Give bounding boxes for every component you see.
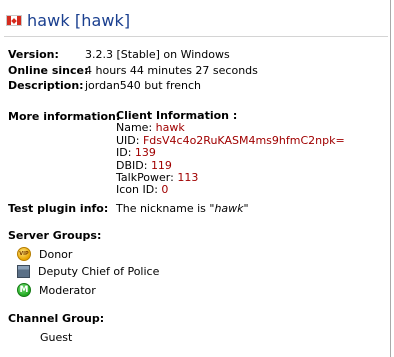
client-information-block: Client Information : Name: hawk UID: Fds… xyxy=(116,109,345,197)
client-header: hawk [hawk] xyxy=(6,11,130,30)
server-group-label: Moderator xyxy=(39,283,96,297)
header-divider xyxy=(4,36,388,37)
version-value: 3.2.3 [Stable] on Windows xyxy=(85,48,230,61)
server-group-label: Donor xyxy=(39,247,73,261)
client-info-panel: hawk [hawk] Version: 3.2.3 [Stable] on W… xyxy=(0,0,391,357)
online-label: Online since: xyxy=(8,64,89,77)
server-groups-heading: Server Groups: xyxy=(8,229,102,242)
iconid-value: 0 xyxy=(161,183,169,197)
channel-group-value: Guest xyxy=(40,331,73,344)
client-title: hawk [hawk] xyxy=(27,11,131,30)
id-value: 139 xyxy=(134,146,156,160)
more-info-row: More information: xyxy=(8,110,120,123)
moderator-m-icon: M xyxy=(17,283,31,297)
dbid-value: 119 xyxy=(150,158,172,172)
iconid-line: Icon ID: 0 xyxy=(116,183,169,197)
test-plugin-text: The nickname is "hawk" xyxy=(116,202,249,215)
description-value: jordan540 but french xyxy=(85,79,201,92)
uid-value: FdsV4c4o2RuKASM4ms9hfmC2npk= xyxy=(142,133,345,147)
vip-icon: VIP xyxy=(17,247,31,261)
version-label: Version: xyxy=(8,48,59,61)
online-value: 4 hours 44 minutes 27 seconds xyxy=(85,64,258,77)
description-row: Description: jordan540 but french xyxy=(8,79,201,92)
test-plugin-row: Test plugin info: The nickname is "hawk" xyxy=(8,202,249,215)
version-row: Version: 3.2.3 [Stable] on Windows xyxy=(8,48,230,61)
online-row: Online since: 4 hours 44 minutes 27 seco… xyxy=(8,64,258,77)
police-badge-icon xyxy=(17,265,30,278)
more-info-label: More information: xyxy=(8,110,121,123)
test-plugin-label: Test plugin info: xyxy=(8,202,109,215)
name-value: hawk xyxy=(155,121,185,135)
canada-flag-icon xyxy=(6,15,22,26)
server-group-deputy: Deputy Chief of Police xyxy=(17,265,159,278)
server-group-donor: VIP Donor xyxy=(17,247,72,261)
test-plugin-nickname: "hawk" xyxy=(209,202,249,215)
talkpower-value: 113 xyxy=(177,171,199,185)
server-group-moderator: M Moderator xyxy=(17,283,96,297)
channel-group-heading: Channel Group: xyxy=(8,312,105,325)
server-group-label: Deputy Chief of Police xyxy=(38,265,160,278)
description-label: Description: xyxy=(8,79,84,92)
